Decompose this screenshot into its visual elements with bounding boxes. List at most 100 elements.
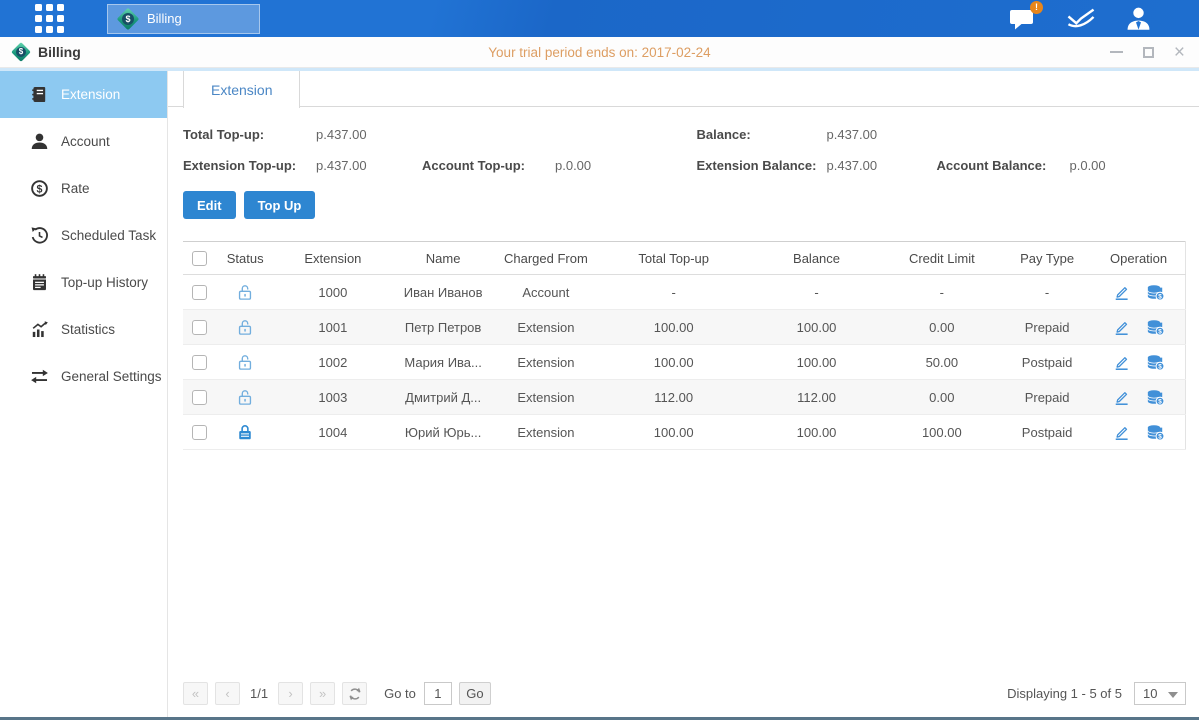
extension-cell: 1004 — [275, 415, 390, 450]
sidebar-item-label: Top-up History — [61, 275, 148, 290]
stats-summary: Total Top-up: p.437.00 Extension Top-up:… — [168, 119, 1199, 181]
messages-icon[interactable]: ! — [1009, 7, 1036, 30]
arrows-icon — [30, 367, 49, 386]
balance-cell: 112.00 — [751, 380, 881, 415]
page-size-select[interactable]: 10 — [1134, 682, 1186, 705]
topup-coins-icon[interactable]: $ — [1146, 319, 1165, 336]
reports-chart-icon[interactable] — [1066, 7, 1096, 30]
svg-text:$: $ — [1158, 363, 1162, 370]
displaying-count: Displaying 1 - 5 of 5 — [1007, 686, 1122, 701]
status-cell — [215, 415, 275, 450]
extension-balance-label: Extension Balance: — [697, 150, 827, 181]
last-page-button[interactable]: » — [310, 682, 335, 705]
svg-text:$: $ — [1158, 433, 1162, 440]
notification-badge: ! — [1030, 1, 1043, 14]
edit-pencil-icon[interactable] — [1113, 424, 1130, 441]
user-account-icon[interactable] — [1126, 7, 1151, 30]
total-topup-cell: 100.00 — [596, 310, 751, 345]
app-window: $ Billing ! — [0, 0, 1199, 720]
edit-button[interactable]: Edit — [183, 191, 236, 219]
row-checkbox[interactable] — [192, 355, 207, 370]
row-checkbox[interactable] — [192, 320, 207, 335]
col-total-topup: Total Top-up — [596, 242, 751, 275]
topbar-tab-label: Billing — [147, 11, 182, 26]
charged-from-cell: Extension — [496, 345, 596, 380]
trial-notice: Your trial period ends on: 2017-02-24 — [0, 45, 1199, 60]
extension-balance-value: p.437.00 — [827, 150, 937, 181]
table-row: 1003Дмитрий Д...Extension112.00112.000.0… — [183, 380, 1186, 415]
extensions-table: Status Extension Name Charged From Total… — [183, 241, 1186, 450]
first-page-button[interactable]: « — [183, 682, 208, 705]
maximize-icon[interactable] — [1143, 47, 1154, 58]
pay-type-cell: - — [1002, 275, 1092, 310]
sidebar-item-general-settings[interactable]: General Settings — [0, 353, 167, 400]
status-cell — [215, 310, 275, 345]
row-checkbox[interactable] — [192, 425, 207, 440]
sidebar-item-account[interactable]: Account — [0, 118, 167, 165]
col-operation: Operation — [1092, 242, 1185, 275]
sidebar-item-label: General Settings — [61, 369, 162, 384]
topup-coins-icon[interactable]: $ — [1146, 284, 1165, 301]
go-button[interactable]: Go — [459, 682, 491, 705]
credit-limit-cell: 0.00 — [882, 380, 1002, 415]
close-icon[interactable]: × — [1174, 47, 1185, 58]
topbar-tab-billing[interactable]: $ Billing — [107, 4, 260, 34]
topbar: $ Billing ! — [0, 0, 1199, 37]
prev-page-button[interactable]: ‹ — [215, 682, 240, 705]
operation-cell: $ — [1092, 380, 1185, 415]
sidebar: Extension Account $ Rate — [0, 71, 168, 717]
sidebar-item-scheduled-task[interactable]: Scheduled Task — [0, 212, 167, 259]
sidebar-item-rate[interactable]: $ Rate — [0, 165, 167, 212]
col-status: Status — [215, 242, 275, 275]
extension-topup-label: Extension Top-up: — [183, 150, 316, 181]
ledger-icon — [30, 85, 49, 104]
minimize-icon[interactable] — [1110, 51, 1123, 53]
chart-bars-icon — [30, 320, 49, 339]
top-up-button[interactable]: Top Up — [244, 191, 316, 219]
svg-text:$: $ — [1158, 328, 1162, 335]
status-cell — [215, 345, 275, 380]
edit-pencil-icon[interactable] — [1113, 284, 1130, 301]
topup-coins-icon[interactable]: $ — [1146, 389, 1165, 406]
clock-icon — [30, 226, 49, 245]
goto-page-input[interactable] — [424, 682, 452, 705]
page-indicator: 1/1 — [250, 686, 268, 701]
topup-coins-icon[interactable]: $ — [1146, 354, 1165, 371]
page-size-value: 10 — [1143, 686, 1157, 701]
extension-cell: 1002 — [275, 345, 390, 380]
sidebar-item-extension[interactable]: Extension — [0, 71, 167, 118]
refresh-button[interactable] — [342, 682, 367, 705]
account-topup-value: p.0.00 — [555, 150, 685, 181]
chevron-down-icon — [1168, 692, 1178, 698]
sidebar-item-statistics[interactable]: Statistics — [0, 306, 167, 353]
edit-pencil-icon[interactable] — [1113, 319, 1130, 336]
credit-limit-cell: 0.00 — [882, 310, 1002, 345]
operation-cell: $ — [1092, 275, 1185, 310]
col-credit-limit: Credit Limit — [882, 242, 1002, 275]
apps-grid-icon[interactable] — [35, 4, 64, 33]
svg-text:$: $ — [1158, 398, 1162, 405]
col-balance: Balance — [751, 242, 881, 275]
pay-type-cell: Postpaid — [1002, 345, 1092, 380]
col-pay-type: Pay Type — [1002, 242, 1092, 275]
credit-limit-cell: - — [882, 275, 1002, 310]
edit-pencil-icon[interactable] — [1113, 389, 1130, 406]
sidebar-item-label: Statistics — [61, 322, 115, 337]
select-all-checkbox[interactable] — [192, 251, 207, 266]
svg-text:$: $ — [1158, 293, 1162, 300]
status-cell — [215, 380, 275, 415]
table-header-row: Status Extension Name Charged From Total… — [183, 242, 1186, 275]
sidebar-item-topup-history[interactable]: Top-up History — [0, 259, 167, 306]
tab-extension[interactable]: Extension — [183, 71, 300, 108]
unlocked-icon — [237, 388, 253, 406]
charged-from-cell: Extension — [496, 380, 596, 415]
edit-pencil-icon[interactable] — [1113, 354, 1130, 371]
titlebar: $ Billing Your trial period ends on: 201… — [0, 37, 1199, 68]
topup-coins-icon[interactable]: $ — [1146, 424, 1165, 441]
row-checkbox[interactable] — [192, 285, 207, 300]
row-checkbox[interactable] — [192, 390, 207, 405]
tab-bar: Extension — [168, 71, 1199, 107]
next-page-button[interactable]: › — [278, 682, 303, 705]
total-topup-cell: 100.00 — [596, 415, 751, 450]
extension-topup-value: p.437.00 — [316, 150, 422, 181]
